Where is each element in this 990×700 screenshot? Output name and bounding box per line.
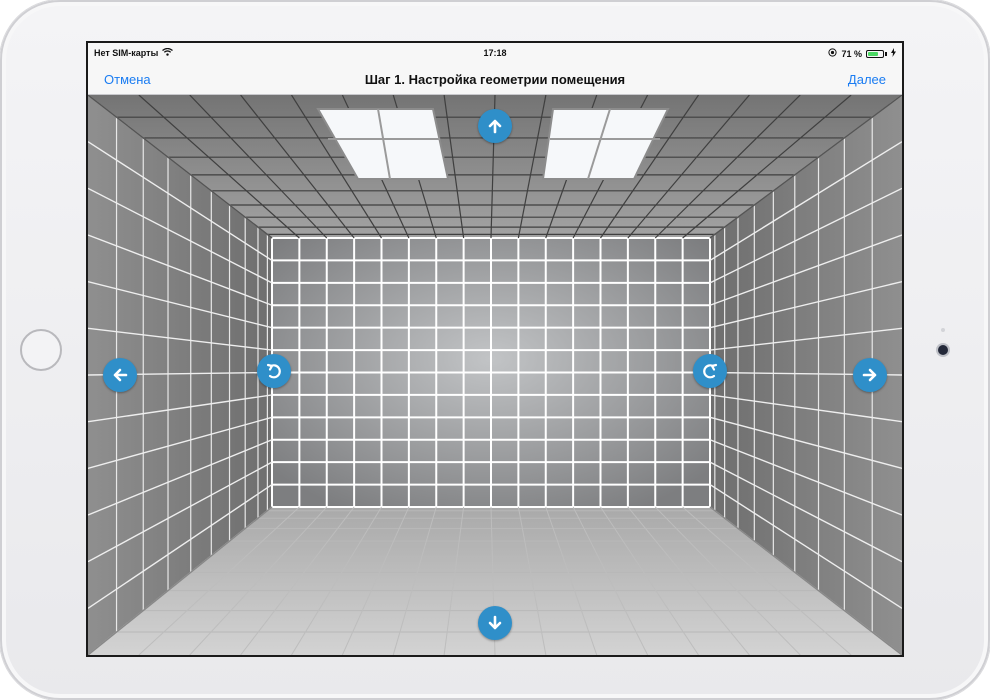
ipad-frame: Нет SIM-карты 17:18 71 % Отмена Шаг 1. Н…: [0, 0, 990, 700]
move-ceiling-up-button[interactable]: [478, 109, 512, 143]
rotate-ccw-icon: [265, 362, 283, 380]
battery-percent: 71 %: [841, 48, 862, 59]
move-right-wall-button[interactable]: [853, 358, 887, 392]
arrow-right-icon: [861, 366, 879, 384]
arrow-up-icon: [486, 117, 504, 135]
room-geometry-view[interactable]: [88, 95, 902, 655]
camera-icon: [938, 345, 948, 355]
status-time: 17:18: [483, 48, 507, 58]
rotate-right-button[interactable]: [693, 354, 727, 388]
orientation-lock-icon: [828, 48, 838, 59]
status-bar: Нет SIM-карты 17:18 71 %: [88, 43, 902, 63]
light-sensor: [941, 328, 945, 332]
rotate-left-button[interactable]: [257, 354, 291, 388]
next-button[interactable]: Далее: [848, 72, 886, 87]
battery-tip: [885, 51, 887, 56]
status-right: 71 %: [828, 48, 896, 59]
battery-icon: [866, 49, 884, 58]
page-title: Шаг 1. Настройка геометрии помещения: [364, 72, 626, 87]
move-floor-down-button[interactable]: [478, 606, 512, 640]
rotate-cw-icon: [701, 362, 719, 380]
home-button[interactable]: [20, 329, 62, 371]
move-left-wall-button[interactable]: [103, 358, 137, 392]
arrow-left-icon: [111, 366, 129, 384]
screen: Нет SIM-карты 17:18 71 % Отмена Шаг 1. Н…: [86, 41, 904, 657]
navigation-bar: Отмена Шаг 1. Настройка геометрии помеще…: [88, 63, 902, 95]
charging-icon: [891, 48, 896, 59]
arrow-down-icon: [486, 614, 504, 632]
battery-level: [868, 51, 878, 56]
